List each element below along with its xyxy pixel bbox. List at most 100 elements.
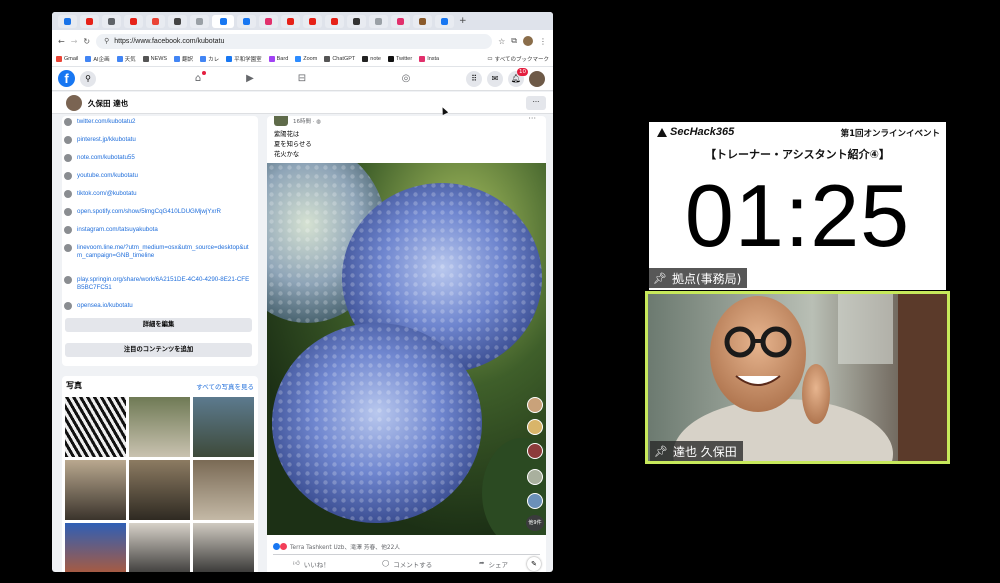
profile-icon[interactable] (523, 36, 533, 46)
photo-thumb[interactable] (129, 523, 190, 572)
browser-tab[interactable] (391, 14, 410, 28)
link-youtube[interactable]: youtube.com/kubotatu (64, 172, 138, 180)
more-button[interactable]: ··· (526, 96, 546, 110)
browser-tab[interactable] (237, 14, 256, 28)
extensions-icon[interactable]: ⧉ (511, 36, 517, 46)
bookmark-translate[interactable]: 翻訳 (174, 55, 193, 63)
link-pinterest[interactable]: pinterest.jp/kkubotatu (64, 136, 136, 144)
marketplace-icon[interactable]: ⊟ (295, 73, 309, 85)
speaker-video-frame (648, 294, 947, 461)
profile-name[interactable]: 久保田 達也 (88, 98, 128, 109)
browser-tab[interactable] (190, 14, 209, 28)
gaming-icon[interactable]: ◎ (399, 73, 413, 85)
photo-thumb[interactable] (193, 397, 254, 457)
browser-tab[interactable] (325, 14, 344, 28)
like-reaction-icon (273, 543, 280, 550)
home-icon[interactable]: ⌂ (191, 71, 206, 85)
folder-icon: ▭ (487, 56, 493, 62)
search-icon[interactable]: ⚲ (80, 71, 96, 87)
link-twitter[interactable]: twitter.com/kubotatu2 (64, 118, 135, 126)
bookmark-ai[interactable]: AI企画 (85, 55, 110, 63)
viewer-avatar[interactable] (527, 397, 543, 413)
viewer-avatar[interactable] (527, 419, 543, 435)
bookmark-twitter[interactable]: Twitter (387, 56, 412, 62)
add-featured-button[interactable]: 注目のコンテンツを追加 (65, 343, 252, 357)
reactions-row[interactable]: Terra Tashkent Uzb、滝澤 芳春、他22人 (273, 542, 400, 551)
bookmark-gmail[interactable]: Gmail (56, 56, 78, 62)
browser-tab[interactable] (413, 14, 432, 28)
comment-button[interactable]: ◯ コメントする (382, 559, 432, 569)
apps-icon[interactable]: ⠿ (466, 71, 482, 87)
photo-thumb[interactable] (129, 460, 190, 520)
viewer-avatar[interactable] (527, 443, 543, 459)
bookmark-bard[interactable]: Bard (268, 56, 288, 62)
bookmark-zoom[interactable]: Zoom (295, 56, 317, 62)
photo-thumb[interactable] (193, 523, 254, 572)
share-button[interactable]: ➦ シェア (479, 559, 508, 569)
bookmark-weather[interactable]: 天気 (116, 55, 136, 63)
photo-thumb[interactable] (65, 523, 126, 572)
account-avatar[interactable] (529, 71, 545, 87)
bookmark-heiwa[interactable]: 平和学園室 (226, 55, 262, 63)
site-info-icon[interactable]: ⚲ (104, 37, 109, 45)
photo-thumb[interactable] (65, 397, 126, 457)
photo-thumb[interactable] (129, 397, 190, 457)
star-icon[interactable]: ☆ (498, 37, 505, 46)
new-tab-icon[interactable]: + (459, 16, 467, 26)
link-note[interactable]: note.com/kubotatu55 (64, 154, 135, 162)
profile-avatar[interactable] (66, 95, 82, 111)
browser-tab[interactable] (303, 14, 322, 28)
browser-tab[interactable] (124, 14, 143, 28)
share-icon: ➦ (479, 559, 485, 567)
bookmark-insta[interactable]: Insta (419, 56, 439, 62)
post-options-icon[interactable]: ··· (528, 116, 536, 123)
back-icon[interactable]: ← (58, 37, 65, 46)
logo-mark-icon (657, 127, 667, 137)
speaker-video: 📌︎ 達也 久保田 (645, 291, 950, 464)
browser-tab[interactable] (435, 14, 454, 28)
url-text: https://www.facebook.com/kubotatu (114, 37, 225, 45)
post-photo[interactable]: 他9件 (267, 163, 546, 535)
viewer-avatar[interactable] (527, 493, 543, 509)
browser-tab[interactable] (347, 14, 366, 28)
link-spotify[interactable]: open.spotify.com/show/5lmgCqG410LDUGMjwj… (64, 208, 221, 216)
link-springin[interactable]: play.springin.org/share/work/6A2151DE-4C… (64, 276, 252, 292)
messenger-icon[interactable]: ✉ (487, 71, 503, 87)
browser-tab[interactable] (369, 14, 388, 28)
browser-tab[interactable] (259, 14, 278, 28)
bookmark-note[interactable]: note (362, 56, 381, 62)
browser-tab[interactable] (58, 14, 77, 28)
browser-tab[interactable] (102, 14, 121, 28)
more-viewers-badge[interactable]: 他9件 (526, 515, 544, 531)
link-tiktok[interactable]: tiktok.com/@kubotatu (64, 190, 137, 198)
bookmark-news[interactable]: NEWS (142, 56, 167, 62)
browser-tab[interactable] (168, 14, 187, 28)
see-all-photos-link[interactable]: すべての写真を見る (196, 381, 254, 391)
forward-icon[interactable]: → (71, 37, 78, 46)
bookmark-calendar[interactable]: カレ (200, 55, 219, 63)
bookmark-chatgpt[interactable]: ChatGPT (324, 56, 355, 62)
browser-tab-active[interactable] (212, 14, 234, 28)
photo-thumb[interactable] (193, 460, 254, 520)
bookmark-all[interactable]: ▭ すべてのブックマーク (487, 55, 549, 63)
post-time[interactable]: 16時間 · ◍ (293, 117, 321, 125)
link-instagram[interactable]: instagram.com/tatsuyakubota (64, 226, 158, 234)
photos-card: 写真 すべての写真を見る (62, 376, 258, 572)
like-button[interactable]: 👍︎ いいね！ (293, 559, 330, 569)
viewer-avatar[interactable] (527, 469, 543, 485)
facebook-logo[interactable]: f (58, 70, 75, 87)
link-linevoom[interactable]: linevoom.line.me/?utm_medium=osx&utm_sou… (64, 244, 252, 260)
post-author-avatar[interactable] (274, 116, 288, 126)
edit-details-button[interactable]: 詳細を編集 (65, 318, 252, 332)
browser-tab[interactable] (80, 14, 99, 28)
photos-title: 写真 (66, 381, 82, 390)
browser-tab[interactable] (281, 14, 300, 28)
reload-icon[interactable]: ↻ (83, 37, 90, 46)
url-input[interactable]: ⚲ https://www.facebook.com/kubotatu (96, 33, 493, 49)
browser-tab[interactable] (146, 14, 165, 28)
compose-icon[interactable]: ✎ (527, 557, 541, 571)
photo-thumb[interactable] (65, 460, 126, 520)
watch-icon[interactable]: ▶ (243, 73, 257, 85)
menu-icon[interactable]: ⋮ (539, 37, 547, 46)
link-opensea[interactable]: opensea.io/kubotatu (64, 302, 133, 310)
